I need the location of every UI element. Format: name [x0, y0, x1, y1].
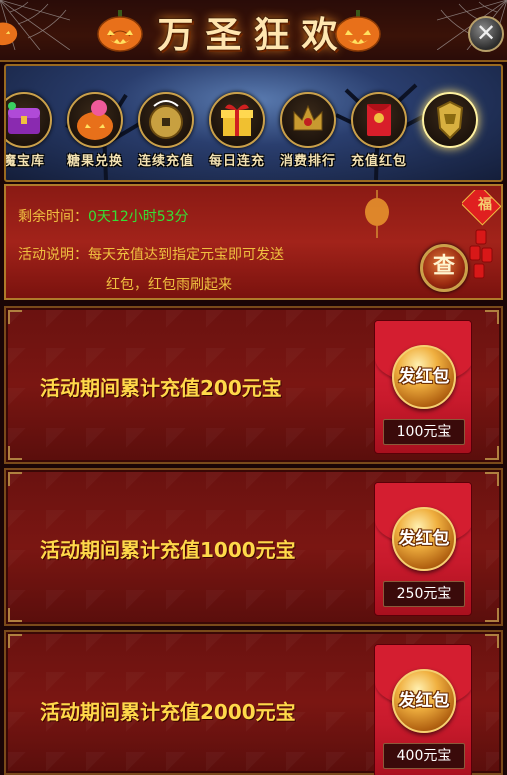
check-button[interactable]: 查 — [420, 244, 468, 292]
fu-character: 福 — [478, 197, 492, 213]
envelope-amount: 400元宝 — [383, 743, 465, 769]
send-red-envelope-button[interactable]: 发红包 — [392, 345, 456, 409]
category-label: 充值红包 — [350, 154, 407, 169]
lantern-icon — [365, 190, 389, 238]
reward-row: 活动期间累计充值2000元宝 发红包 400元宝 — [4, 630, 503, 775]
reward-condition-text: 活动期间累计充值1000元宝 — [40, 538, 296, 562]
reward-row: 活动期间累计充值200元宝 发红包 100元宝 — [4, 306, 503, 464]
reward-condition-text: 活动期间累计充值200元宝 — [40, 376, 282, 400]
category-label: 消费排行 — [279, 154, 336, 169]
category-item-continuous-recharge[interactable]: 连续充值 — [134, 92, 198, 169]
category-label: 糖果兑换 — [66, 154, 123, 169]
description-row: 活动说明：每天充值达到指定元宝即可发送 — [18, 244, 284, 264]
remaining-time-row: 剩余时间：0天12小时53分 — [18, 206, 189, 226]
close-button[interactable]: ✕ — [468, 16, 504, 52]
description-row-2: 红包，红包雨刷起来 — [106, 274, 232, 294]
crown-icon — [280, 92, 336, 148]
reward-row: 活动期间累计充值1000元宝 发红包 250元宝 — [4, 468, 503, 626]
category-label: 每日连充 — [208, 154, 265, 169]
send-red-envelope-button[interactable]: 发红包 — [392, 507, 456, 571]
category-banner: 魔宝库 糖果兑换 连续充值 每日连充 消费排行 充值红包 — [4, 64, 503, 182]
category-item-spending-rank[interactable]: 消费排行 — [276, 92, 340, 169]
category-item-golden-armor[interactable] — [418, 92, 482, 169]
description-line-2: 红包，红包雨刷起来 — [106, 277, 232, 293]
red-envelope-card: 发红包 400元宝 — [374, 644, 472, 775]
category-item-candy[interactable]: 糖果兑换 — [63, 92, 127, 169]
red-envelope-card: 发红包 250元宝 — [374, 482, 472, 616]
red-envelope-icon — [351, 92, 407, 148]
remaining-time-value: 0天12小时53分 — [88, 209, 189, 225]
send-red-envelope-button[interactable]: 发红包 — [392, 669, 456, 733]
gift-box-icon — [209, 92, 265, 148]
description-line-1: 每天充值达到指定元宝即可发送 — [88, 247, 284, 263]
category-list: 魔宝库 糖果兑换 连续充值 每日连充 消费排行 充值红包 — [4, 92, 482, 169]
golden-armor-icon — [422, 92, 478, 148]
category-item-daily-recharge[interactable]: 每日连充 — [205, 92, 269, 169]
purple-chest-icon — [6, 92, 52, 148]
description-label: 活动说明： — [18, 247, 88, 263]
envelope-amount: 100元宝 — [383, 419, 465, 445]
category-item-recharge-envelope[interactable]: 充值红包 — [347, 92, 411, 169]
window-title: 万圣狂欢 — [157, 14, 350, 56]
coin-icon — [138, 92, 194, 148]
red-envelope-card: 发红包 100元宝 — [374, 320, 472, 454]
reward-condition-text: 活动期间累计充值2000元宝 — [40, 700, 296, 724]
envelope-amount: 250元宝 — [383, 581, 465, 607]
window-header: 万圣狂欢 ✕ — [0, 0, 507, 62]
category-label: 连续充值 — [137, 154, 194, 169]
activity-info-panel: 福 剩余时间：0天12小时53分 活动说明：每天充值达到指定元宝即可发送 红包，… — [4, 184, 503, 300]
pumpkin-icon — [67, 92, 123, 148]
category-item-treasure[interactable]: 魔宝库 — [4, 92, 56, 169]
remaining-time-label: 剩余时间： — [18, 209, 88, 225]
category-label: 魔宝库 — [4, 154, 45, 169]
